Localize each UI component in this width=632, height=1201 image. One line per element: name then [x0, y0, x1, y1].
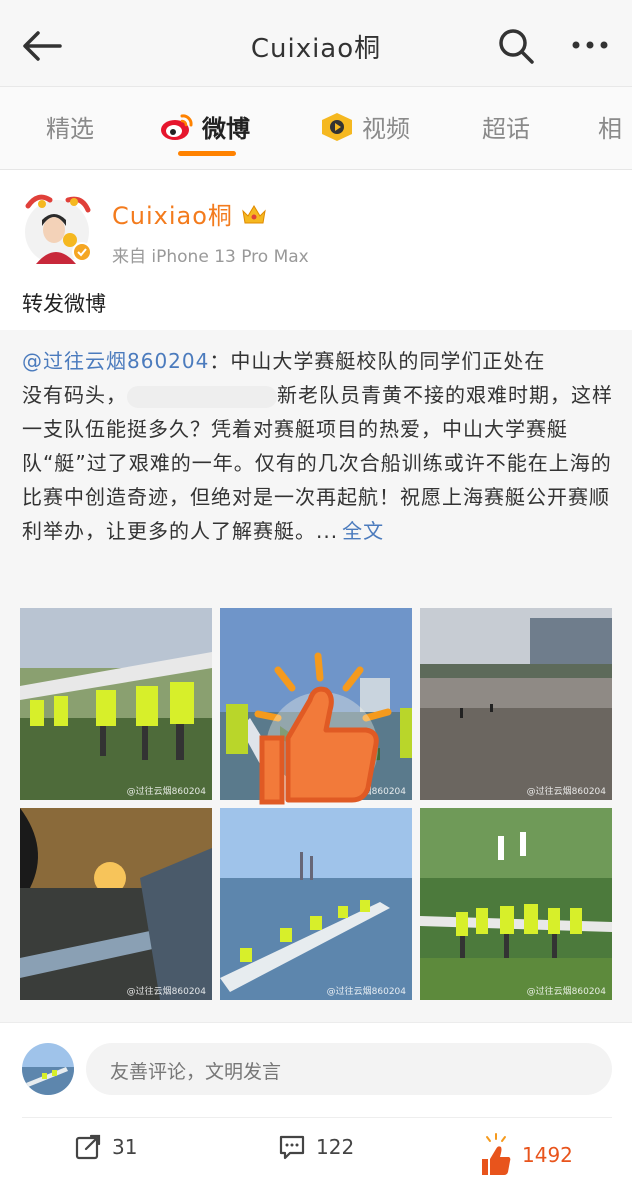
comment-placeholder: 友善评论，文明发言 — [110, 1061, 282, 1083]
comment-count: 122 — [316, 1135, 355, 1159]
repost-button[interactable]: 31 — [74, 1133, 137, 1161]
tab-weibo[interactable]: 微博 — [160, 109, 250, 144]
repost-text-segment: 新老队员青黄不接的艰难时 — [277, 383, 529, 407]
repost-text-segment: ：中山大学赛艇校队的同学们正处在 — [209, 349, 546, 373]
like-button[interactable]: 1492 — [480, 1133, 573, 1177]
photo-watermark: @过往云烟860204 — [127, 785, 207, 797]
tab-bar: 精选 微博 视频 超话 相 — [0, 86, 632, 170]
photo-thumbnail[interactable]: @过往云烟860204 — [420, 808, 612, 1000]
video-channel-icon — [322, 112, 352, 141]
tab-label: 视频 — [362, 115, 410, 143]
post-text: 转发微博 — [22, 292, 106, 316]
photo-watermark: @过往云烟860204 — [127, 985, 207, 997]
post-card: Cuixiao桐 来自 iPhone 13 Pro Max 转发微博 @过往云烟… — [0, 170, 632, 1022]
avatar[interactable] — [18, 188, 96, 266]
more-options-icon[interactable] — [568, 30, 612, 60]
comment-input[interactable]: 友善评论，文明发言 — [86, 1043, 612, 1095]
page-title: Cuixiao桐 — [250, 34, 382, 64]
top-bar: Cuixiao桐 — [0, 0, 632, 86]
user-mention-link[interactable]: @过往云烟860204 — [22, 349, 209, 373]
tab-featured[interactable]: 精选 — [46, 109, 94, 144]
photo-watermark: @过往云烟860204 — [527, 985, 607, 997]
post-source: 来自 iPhone 13 Pro Max — [112, 247, 309, 267]
repost-count: 31 — [112, 1135, 138, 1159]
author-name-row[interactable]: Cuixiao桐 — [112, 196, 267, 231]
tab-label: 精选 — [46, 115, 94, 143]
tab-video[interactable]: 视频 — [320, 109, 410, 144]
search-icon[interactable] — [496, 26, 536, 66]
tab-label: 相 — [598, 115, 622, 143]
photo-watermark: @过往云烟860204 — [527, 785, 607, 797]
photo-thumbnail[interactable]: @过往云烟860204 — [20, 608, 212, 800]
tab-supertopic[interactable]: 超话 — [482, 109, 530, 144]
comment-area: 友善评论，文明发言 31 122 1492 — [0, 1022, 632, 1201]
user-avatar — [22, 1043, 74, 1095]
tab-label: 微博 — [202, 115, 250, 143]
repost-text: @过往云烟860204：中山大学赛艇校队的同学们正处在 没有码头， 新老队员青黄不… — [22, 344, 614, 548]
comment-button[interactable]: 122 — [278, 1133, 354, 1161]
like-count: 1492 — [522, 1143, 573, 1167]
like-animation-icon — [254, 652, 392, 805]
tab-label: 超话 — [482, 115, 530, 143]
author-name: Cuixiao桐 — [112, 202, 233, 230]
blurred-region — [127, 385, 277, 408]
repost-icon — [75, 1134, 101, 1160]
active-tab-indicator — [178, 151, 236, 156]
photo-watermark: @过往云烟860204 — [327, 985, 407, 997]
reposted-content[interactable]: @过往云烟860204：中山大学赛艇校队的同学们正处在 没有码头， 新老队员青黄不… — [0, 330, 632, 1022]
photo-thumbnail[interactable]: @过往云烟860204 — [220, 808, 412, 1000]
repost-text-segment: 期，这样一支队伍能挺多久？凭着对赛艇项目的热爱，中山大学赛艇队“艇”过了艰难的一… — [22, 383, 613, 543]
full-text-link[interactable]: 全文 — [342, 519, 384, 543]
comment-icon — [279, 1135, 305, 1160]
photo-thumbnail[interactable]: @过往云烟860204 — [20, 808, 212, 1000]
tab-related[interactable]: 相 — [598, 109, 622, 144]
photo-thumbnail[interactable]: @过往云烟860204 — [420, 608, 612, 800]
divider — [22, 1117, 612, 1118]
vip-crown-icon — [242, 204, 266, 223]
repost-text-segment: 没有码头， — [22, 383, 127, 407]
like-icon — [482, 1133, 511, 1175]
weibo-logo-icon — [161, 113, 193, 140]
